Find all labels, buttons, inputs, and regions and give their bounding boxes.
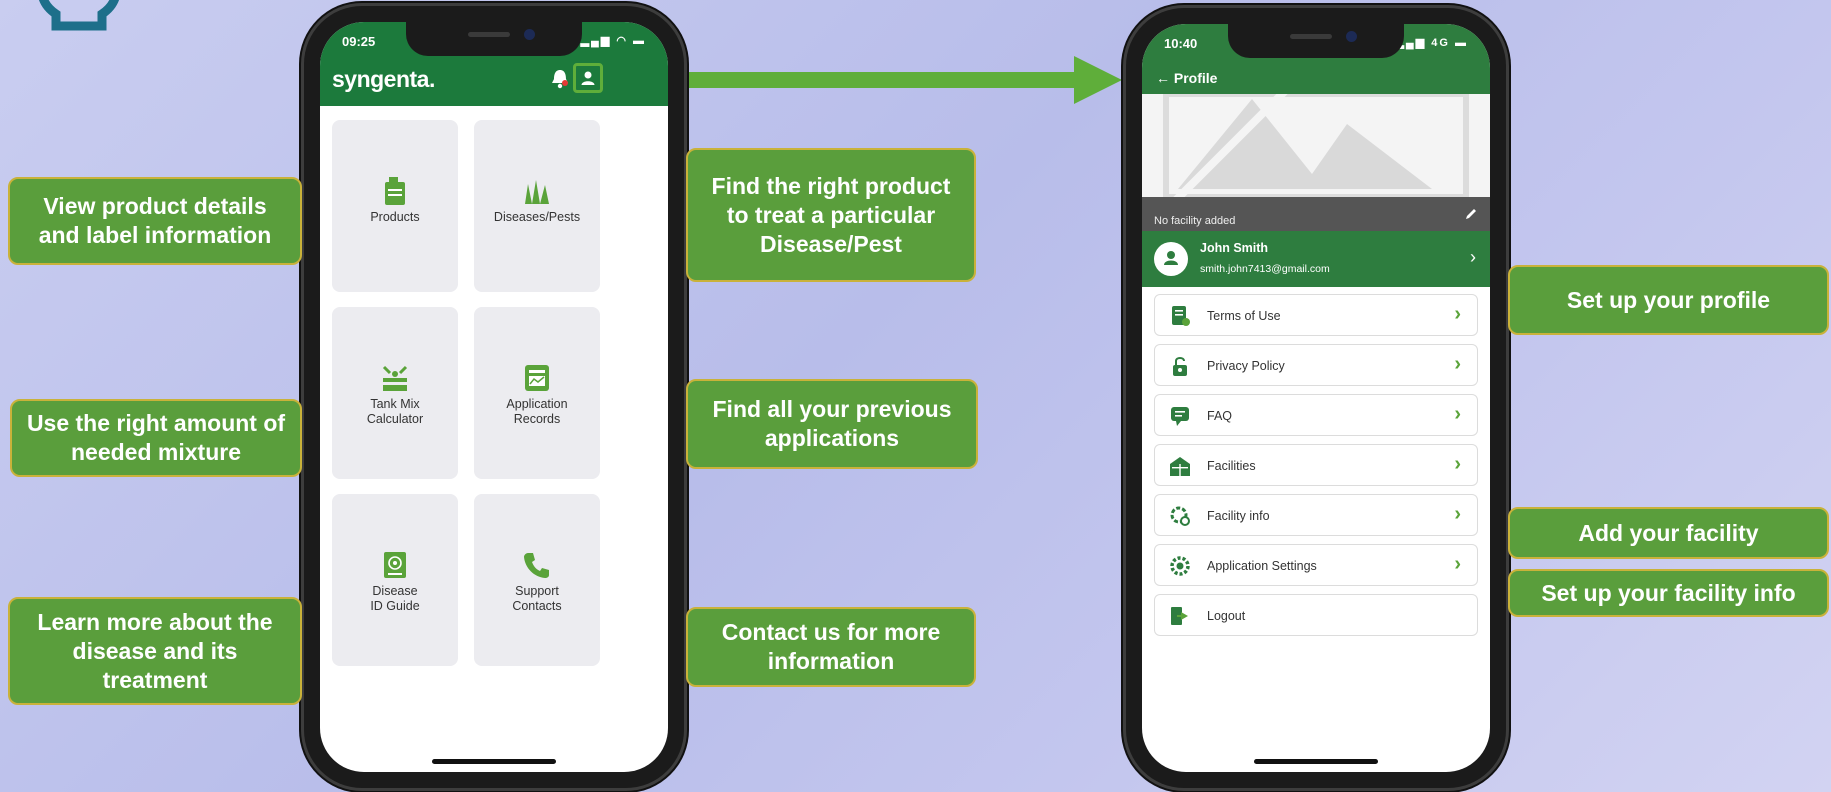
no-facility-label: No facility added — [1154, 215, 1236, 227]
home-phone: 09:25 ▂▄▆ ◠ ▬ syngenta. Products Disease… — [304, 6, 684, 788]
tile-disease-id-guide[interactable]: Disease ID Guide — [332, 494, 458, 666]
callout-records: Find all your previous applications — [686, 379, 978, 469]
chevron-right-icon: › — [1454, 453, 1461, 475]
facility-settings-icon — [1170, 506, 1190, 526]
callout-facility-info: Set up your facility info — [1508, 569, 1829, 617]
tile-label: Application Records — [506, 397, 568, 426]
jerrycan-icon — [385, 177, 405, 205]
syngenta-logo: syngenta. — [332, 66, 435, 92]
tile-support-contacts[interactable]: Support Contacts — [474, 494, 600, 666]
avatar — [1154, 242, 1188, 276]
user-profile-row[interactable]: John Smith smith.john7413@gmail.com › — [1142, 231, 1490, 287]
notification-bell-icon[interactable] — [550, 68, 570, 90]
signal-network-battery-icon: ▂▄▆ 4G ▬ — [1395, 37, 1468, 49]
tile-label: Diseases/Pests — [493, 210, 581, 224]
user-email: smith.john7413@gmail.com — [1200, 263, 1330, 275]
tile-tank-mix-calculator[interactable]: Tank Mix Calculator — [332, 307, 458, 479]
greenhouse-icon — [1170, 457, 1190, 476]
facility-banner: No facility added — [1142, 197, 1490, 231]
profile-button[interactable] — [573, 63, 603, 93]
chat-icon — [1171, 407, 1189, 426]
profile-link-arrow-head — [1074, 56, 1122, 104]
tile-application-records[interactable]: Application Records — [474, 307, 600, 479]
callout-profile: Set up your profile — [1508, 265, 1829, 335]
phone-notch — [406, 22, 582, 56]
document-icon — [1172, 306, 1190, 326]
tile-diseases-pests[interactable]: Diseases/Pests — [474, 120, 600, 292]
chevron-right-icon: › — [1454, 353, 1461, 375]
callout-diseases: Find the right product to treat a partic… — [686, 148, 976, 282]
menu-item-label: Logout — [1207, 609, 1246, 623]
user-icon — [581, 71, 595, 85]
edit-pencil-icon[interactable] — [1464, 207, 1478, 221]
home-indicator — [1254, 759, 1378, 764]
back-button[interactable]: ← Profile — [1156, 70, 1217, 86]
chevron-right-icon: › — [1454, 553, 1461, 575]
profile-screen: 10:40 ▂▄▆ 4G ▬ ← Profile No facility add… — [1142, 24, 1490, 772]
image-placeholder-icon — [1163, 94, 1469, 197]
menu-item-terms-of-use[interactable]: Terms of Use › — [1154, 294, 1478, 336]
plants-icon — [525, 180, 549, 204]
menu-item-facilities[interactable]: Facilities › — [1154, 444, 1478, 486]
menu-item-label: FAQ — [1207, 409, 1233, 423]
status-time: 09:25 — [342, 34, 376, 49]
menu-item-logout[interactable]: Logout — [1154, 594, 1478, 636]
signal-wifi-battery-icon: ▂▄▆ ◠ ▬ — [580, 35, 646, 47]
profile-phone: 10:40 ▂▄▆ 4G ▬ ← Profile No facility add… — [1126, 8, 1506, 788]
home-indicator — [432, 759, 556, 764]
menu-item-faq[interactable]: FAQ › — [1154, 394, 1478, 436]
phone-notch — [1228, 24, 1404, 58]
network-label: 4G — [1431, 37, 1450, 49]
tile-products[interactable]: Products — [332, 120, 458, 292]
tile-label: Tank Mix Calculator — [366, 397, 424, 426]
logout-icon — [1171, 607, 1188, 625]
chevron-right-icon: › — [1454, 303, 1461, 325]
records-icon — [525, 365, 549, 391]
chevron-right-icon: › — [1470, 247, 1476, 267]
profile-link-arrow-shaft — [654, 72, 1074, 88]
tile-label: Products — [370, 210, 420, 224]
menu-item-label: Application Settings — [1207, 559, 1317, 573]
callout-disease-guide: Learn more about the disease and its tre… — [8, 597, 302, 705]
tile-label: Support Contacts — [512, 584, 562, 613]
lightbulb-icon — [39, 0, 119, 31]
callout-contact: Contact us for more information — [686, 607, 976, 687]
callout-mixture: Use the right amount of needed mixture — [10, 399, 302, 477]
sprayer-icon — [382, 365, 408, 391]
menu-item-label: Terms of Use — [1207, 309, 1281, 323]
menu-item-label: Privacy Policy — [1207, 359, 1285, 373]
gear-icon — [1170, 556, 1190, 576]
status-time: 10:40 — [1164, 36, 1198, 51]
menu-item-privacy-policy[interactable]: Privacy Policy › — [1154, 344, 1478, 386]
tile-label: Disease ID Guide — [370, 584, 420, 613]
chevron-right-icon: › — [1454, 403, 1461, 425]
menu-item-label: Facilities — [1207, 459, 1256, 473]
user-name: John Smith — [1200, 241, 1269, 255]
callout-products: View product details and label informati… — [8, 177, 302, 265]
menu-item-facility-info[interactable]: Facility info › — [1154, 494, 1478, 536]
user-icon — [1164, 251, 1178, 265]
guide-book-icon — [384, 552, 406, 578]
lock-icon — [1173, 357, 1187, 376]
menu-item-application-settings[interactable]: Application Settings › — [1154, 544, 1478, 586]
phone-icon — [524, 553, 549, 578]
menu-item-label: Facility info — [1207, 509, 1270, 523]
home-screen: 09:25 ▂▄▆ ◠ ▬ syngenta. Products Disease… — [320, 22, 668, 772]
facility-image-placeholder[interactable] — [1142, 94, 1490, 197]
callout-facility: Add your facility — [1508, 507, 1829, 559]
chevron-right-icon: › — [1454, 503, 1461, 525]
